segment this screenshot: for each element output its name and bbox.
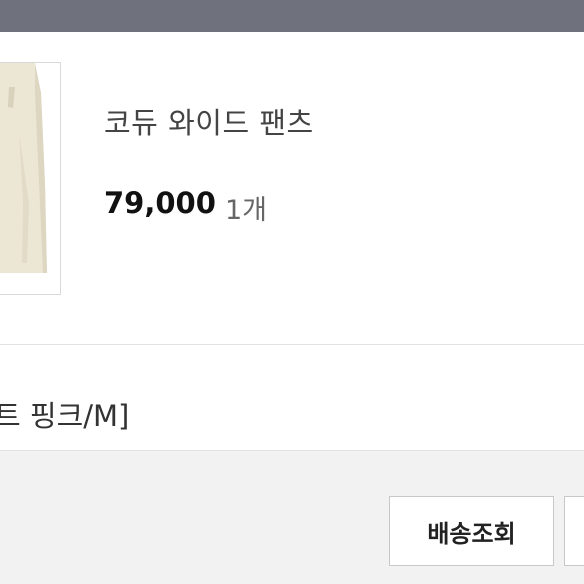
- option-text: 트 핑크/M]: [0, 399, 130, 433]
- track-delivery-button[interactable]: 배송조회: [389, 496, 554, 566]
- product-name[interactable]: 코듀 와이드 팬츠: [104, 100, 314, 142]
- order-item-card: [0, 32, 584, 345]
- product-thumbnail[interactable]: [0, 62, 61, 295]
- top-bar: [0, 0, 584, 32]
- product-price: 79,000: [104, 186, 216, 220]
- pants-image-icon: [0, 63, 60, 294]
- secondary-action-button[interactable]: [564, 496, 584, 566]
- product-quantity: 1개: [225, 195, 268, 226]
